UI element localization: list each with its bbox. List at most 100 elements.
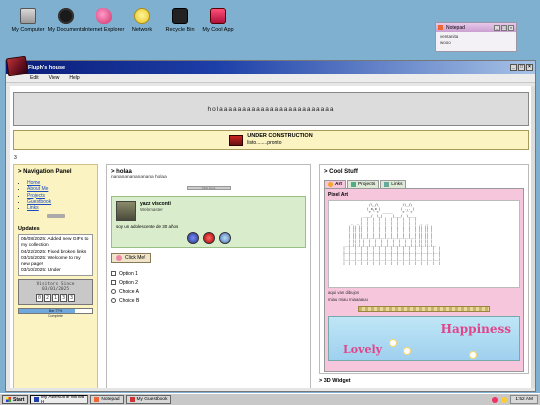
choice-a-label: Choice A — [119, 288, 140, 295]
choice-a-radio[interactable] — [111, 289, 116, 294]
visitor-digit: 2 — [44, 294, 51, 303]
clock[interactable]: 1:52 AM — [510, 395, 538, 404]
avatar — [116, 201, 136, 221]
vertical-scrollbar[interactable] — [531, 86, 535, 388]
cool-stuff-panel: > Cool Stuff Art Projects Links Pixel Ar… — [319, 164, 529, 374]
option-2-row[interactable]: Option 2 — [111, 278, 306, 287]
maximize-button[interactable]: □ — [501, 24, 507, 31]
updates-title: Updates — [18, 226, 40, 233]
click-me-button[interactable]: Click Me! — [111, 253, 151, 263]
visitor-digit: 3 — [68, 294, 75, 303]
internet-explorer-icon — [96, 8, 112, 24]
update-item: 05/08/2025: Added new GIFs to my collect… — [21, 237, 89, 249]
holaa-panel: > holaa nananananananana holaa Click Her… — [106, 164, 311, 388]
profile-description: soy un adolescente de 30 años — [116, 224, 179, 229]
notepad-body[interactable]: ventanita wooo — [436, 32, 516, 48]
option-2-label: Option 2 — [119, 279, 138, 286]
holaa-panel-subtitle: nananananananana holaa — [111, 175, 167, 180]
notepad-widget[interactable]: Notepad _ □ × ventanita wooo — [435, 22, 517, 52]
menu-view[interactable]: View — [49, 75, 60, 81]
option-2-checkbox[interactable] — [111, 280, 116, 285]
close-button[interactable]: × — [508, 24, 514, 31]
visitor-digit: 3 — [60, 294, 67, 303]
taskbar-item-guestbook[interactable]: My Guestbook — [125, 395, 172, 404]
tray-volume-icon[interactable] — [501, 396, 508, 403]
nav-link-projects[interactable]: Projects — [27, 193, 45, 199]
progress-bar-caption: Complete — [48, 314, 63, 319]
tab-links[interactable]: Links — [380, 180, 407, 188]
desktop-icon-label: Internet Explorer — [83, 27, 125, 33]
pixel-art-title: Pixel Art — [328, 192, 349, 198]
desktop-icon-my-cool-app[interactable]: My Cool App — [196, 8, 240, 33]
ascii-cats-art: /\_/\ /\_/\ ( o.o ) ( -.- ) > ^ < _____ … — [328, 200, 520, 288]
under-construction-subtitle: listo........pronto — [247, 140, 282, 147]
flower-icon — [403, 347, 411, 356]
window-title: Fluph's house — [28, 64, 66, 71]
option-1-checkbox[interactable] — [111, 271, 116, 276]
badge-blue-icon[interactable] — [186, 232, 199, 244]
mini-button[interactable]: Click Here — [186, 186, 231, 190]
option-1-label: Option 1 — [119, 270, 138, 277]
menu-edit[interactable]: Edit — [30, 75, 39, 81]
window-minimize-button[interactable]: _ — [510, 64, 517, 71]
happiness-word: Happiness — [440, 322, 511, 337]
flower-icon — [389, 339, 397, 348]
system-tray: 1:52 AM — [492, 395, 538, 404]
pointer-icon — [116, 255, 122, 261]
tab-links-label: Links — [391, 182, 403, 187]
updates-list[interactable]: 05/08/2025: Added new GIFs to my collect… — [18, 234, 93, 277]
art-caption-2: miau miau miaaaauu — [328, 297, 368, 303]
badge-red-icon[interactable] — [202, 232, 215, 244]
nav-link-home[interactable]: Home — [27, 180, 40, 186]
update-item: 03/10/2025: Under — [21, 268, 61, 274]
notepad-titlebar[interactable]: Notepad _ □ × — [436, 23, 516, 32]
choice-b-row[interactable]: Choice B — [111, 296, 306, 305]
decorative-strip — [358, 306, 490, 313]
profile-card: yazz visconti Webmaster soy un adolescen… — [111, 196, 306, 248]
menu-help[interactable]: Help — [69, 75, 79, 81]
navigation-panel-title: > Navigation Panel — [18, 169, 72, 175]
tab-art[interactable]: Art — [324, 180, 346, 188]
desktop-icon-label: Network — [131, 27, 153, 33]
nav-link-links[interactable]: Links — [27, 205, 39, 211]
lovely-word: Lovely — [343, 343, 383, 357]
nav-link-about-me[interactable]: About Me — [27, 186, 48, 192]
cool-stuff-title: > Cool Stuff — [324, 169, 358, 175]
tab-art-label: Art — [335, 182, 342, 187]
computer-icon — [20, 8, 36, 24]
option-1-row[interactable]: Option 1 — [111, 269, 306, 278]
minimize-button[interactable]: _ — [494, 24, 500, 31]
taskbar-item-notepad[interactable]: Notepad — [90, 395, 124, 404]
window-maximize-button[interactable]: □ — [518, 64, 525, 71]
tray-app-icon[interactable] — [492, 396, 499, 403]
tab-projects[interactable]: Projects — [346, 180, 380, 188]
documents-icon — [58, 8, 74, 24]
links-icon — [384, 182, 390, 187]
notepad-icon — [438, 25, 443, 30]
recycle-bin-icon — [172, 8, 188, 24]
click-me-label: Click Me! — [125, 255, 146, 261]
choice-b-radio[interactable] — [111, 298, 116, 303]
taskbar-item-main-window[interactable]: My Awesome Win98 H — [30, 394, 89, 405]
happiness-banner: Happiness Lovely — [328, 316, 520, 362]
nav-link-guestbook[interactable]: Guestbook — [27, 199, 51, 205]
art-caption-1: aqui van dibujos — [328, 290, 360, 295]
window-titlebar[interactable]: Fluph's house _ □ × — [5, 55, 535, 77]
main-window: Fluph's house _ □ × Edit View Help holaa… — [5, 55, 536, 392]
window-close-button[interactable]: × — [526, 64, 533, 71]
visitor-counter-date: 03/01/2025 — [41, 287, 70, 293]
badge-ie-icon[interactable] — [218, 232, 231, 244]
desktop-icon-label: Recycle Bin — [165, 27, 195, 33]
windows-logo-icon — [6, 397, 11, 402]
nav-divider — [46, 214, 65, 219]
under-construction-title: UNDER CONSTRUCTION — [247, 133, 313, 140]
app-icon — [210, 8, 226, 24]
notepad-line: wooo — [440, 39, 451, 45]
taskbar-item-label: My Awesome Win98 H — [40, 394, 85, 405]
start-label: Start — [13, 396, 25, 403]
progress-bar-label: Bar 77% — [48, 309, 63, 314]
update-item: 03/15/2025: Welcome to my new page! — [21, 255, 81, 268]
choice-a-row[interactable]: Choice A — [111, 287, 306, 296]
start-button[interactable]: Start — [2, 395, 29, 404]
visitor-counter: Visitors Since 03/01/2025 0 2 1 3 3 — [18, 279, 93, 306]
